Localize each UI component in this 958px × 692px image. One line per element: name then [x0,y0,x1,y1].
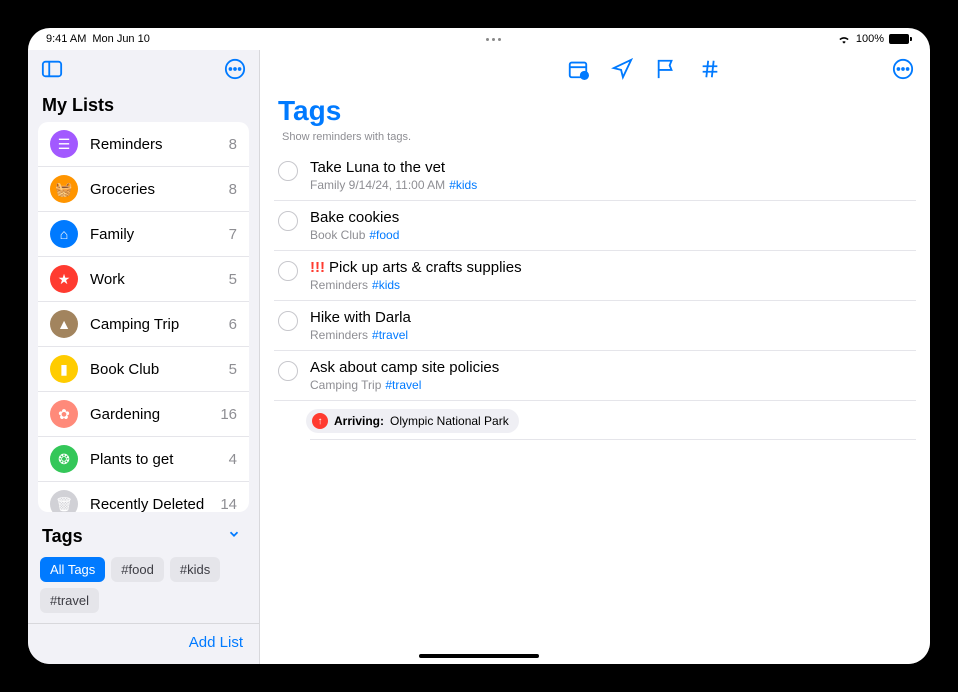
multitask-dots-icon[interactable] [486,38,501,41]
list-count: 7 [229,226,237,243]
list-name: Camping Trip [90,316,217,333]
battery-percent: 100% [856,33,884,45]
list-name: Plants to get [90,451,217,468]
location-dot-icon: ↑ [312,413,328,429]
list-count: 14 [220,496,237,513]
list-count: 6 [229,316,237,333]
list-name: Groceries [90,181,217,198]
sidebar-list-item[interactable]: ⌂ Family 7 [38,212,249,257]
sidebar-list-item[interactable]: ☰ Reminders 8 [38,122,249,167]
list-icon: ★ [50,265,78,293]
lists-container: ☰ Reminders 8 🧺 Groceries 8 ⌂ Family 7 ★… [38,122,249,512]
reminder-item[interactable]: !!!Pick up arts & crafts supplies Remind… [274,251,916,301]
wifi-icon [837,34,851,44]
list-name: Recently Deleted [90,496,208,513]
hashtag-icon[interactable] [699,58,721,85]
sidebar: My Lists ☰ Reminders 8 🧺 Groceries 8 ⌂ F… [28,50,260,664]
location-icon[interactable] [611,58,633,85]
sidebar-list-item[interactable]: ✿ Gardening 16 [38,392,249,437]
sidebar-list-item[interactable]: ▮ Book Club 5 [38,347,249,392]
list-count: 4 [229,451,237,468]
reminder-title: !!!Pick up arts & crafts supplies [310,259,912,276]
chevron-down-icon[interactable] [227,527,241,546]
list-count: 16 [220,406,237,423]
list-icon: 🧺 [50,175,78,203]
sidebar-list-item[interactable]: 🧺 Groceries 8 [38,167,249,212]
list-count: 8 [229,136,237,153]
reminder-checkbox[interactable] [278,261,298,281]
list-count: 8 [229,181,237,198]
reminder-item[interactable]: Ask about camp site policies Camping Tri… [274,351,916,401]
tag-chip[interactable]: #kids [170,557,220,582]
location-pill[interactable]: ↑ Arriving: Olympic National Park [306,409,519,433]
list-icon: ✿ [50,400,78,428]
list-name: Book Club [90,361,217,378]
location-label: Arriving: [334,414,384,428]
list-icon: 🗑 [50,490,78,512]
flag-icon[interactable] [655,58,677,85]
list-icon: ▮ [50,355,78,383]
status-date: Mon Jun 10 [92,33,149,45]
tag-chip[interactable]: #travel [40,588,99,613]
reminder-item[interactable]: Take Luna to the vet Family 9/14/24, 11:… [274,151,916,201]
reminder-item[interactable]: Bake cookies Book Club #food [274,201,916,251]
sidebar-list-item[interactable]: ❂ Plants to get 4 [38,437,249,482]
add-list-button[interactable]: Add List [189,634,243,651]
tags-section-header: Tags [42,526,83,547]
list-count: 5 [229,361,237,378]
list-icon: ⌂ [50,220,78,248]
reminder-tag: #travel [385,378,421,392]
list-icon: ☰ [50,130,78,158]
sidebar-list-item[interactable]: ▲ Camping Trip 6 [38,302,249,347]
calendar-icon[interactable]: + [567,58,589,85]
reminder-title: Bake cookies [310,209,912,226]
sidebar-list-item[interactable]: ★ Work 5 [38,257,249,302]
reminder-checkbox[interactable] [278,311,298,331]
reminder-checkbox[interactable] [278,361,298,381]
page-subtitle: Show reminders with tags. [260,129,930,151]
reminder-meta: Family 9/14/24, 11:00 AM #kids [310,178,912,192]
status-bar: 9:41 AM Mon Jun 10 100% [28,28,930,50]
reminder-title: Ask about camp site policies [310,359,912,376]
reminder-title: Take Luna to the vet [310,159,912,176]
reminder-checkbox[interactable] [278,211,298,231]
svg-text:+: + [583,74,586,80]
my-lists-header: My Lists [28,89,259,122]
tag-chips-container: All Tags#food#kids #travel [28,553,259,623]
reminder-meta: Reminders #travel [310,328,912,342]
list-icon: ▲ [50,310,78,338]
reminder-meta: Camping Trip #travel [310,378,912,392]
list-name: Gardening [90,406,208,423]
more-button[interactable] [223,58,247,85]
list-name: Reminders [90,136,217,153]
list-count: 5 [229,271,237,288]
reminder-tag: #kids [372,278,400,292]
reminder-meta: Book Club #food [310,228,912,242]
reminder-meta: Reminders #kids [310,278,912,292]
tag-chip[interactable]: #food [111,557,164,582]
list-icon: ❂ [50,445,78,473]
reminder-item[interactable]: Hike with Darla Reminders #travel [274,301,916,351]
toggle-sidebar-button[interactable] [40,58,64,85]
status-time: 9:41 AM [46,33,86,45]
tag-chip[interactable]: All Tags [40,557,105,582]
priority-indicator: !!! [310,259,325,276]
reminder-tag: #travel [372,328,408,342]
reminder-tag: #food [369,228,399,242]
reminder-title: Hike with Darla [310,309,912,326]
home-indicator[interactable] [419,654,539,658]
sidebar-list-item[interactable]: 🗑 Recently Deleted 14 [38,482,249,512]
location-value: Olympic National Park [390,414,509,428]
main-more-button[interactable] [892,58,914,85]
reminders-list: Take Luna to the vet Family 9/14/24, 11:… [260,151,930,440]
page-title: Tags [260,93,930,129]
list-name: Family [90,226,217,243]
main-pane: + Tags Show reminders with tags. Take Lu… [260,50,930,664]
reminder-checkbox[interactable] [278,161,298,181]
battery-icon [889,34,912,44]
reminder-tag: #kids [449,178,477,192]
list-name: Work [90,271,217,288]
